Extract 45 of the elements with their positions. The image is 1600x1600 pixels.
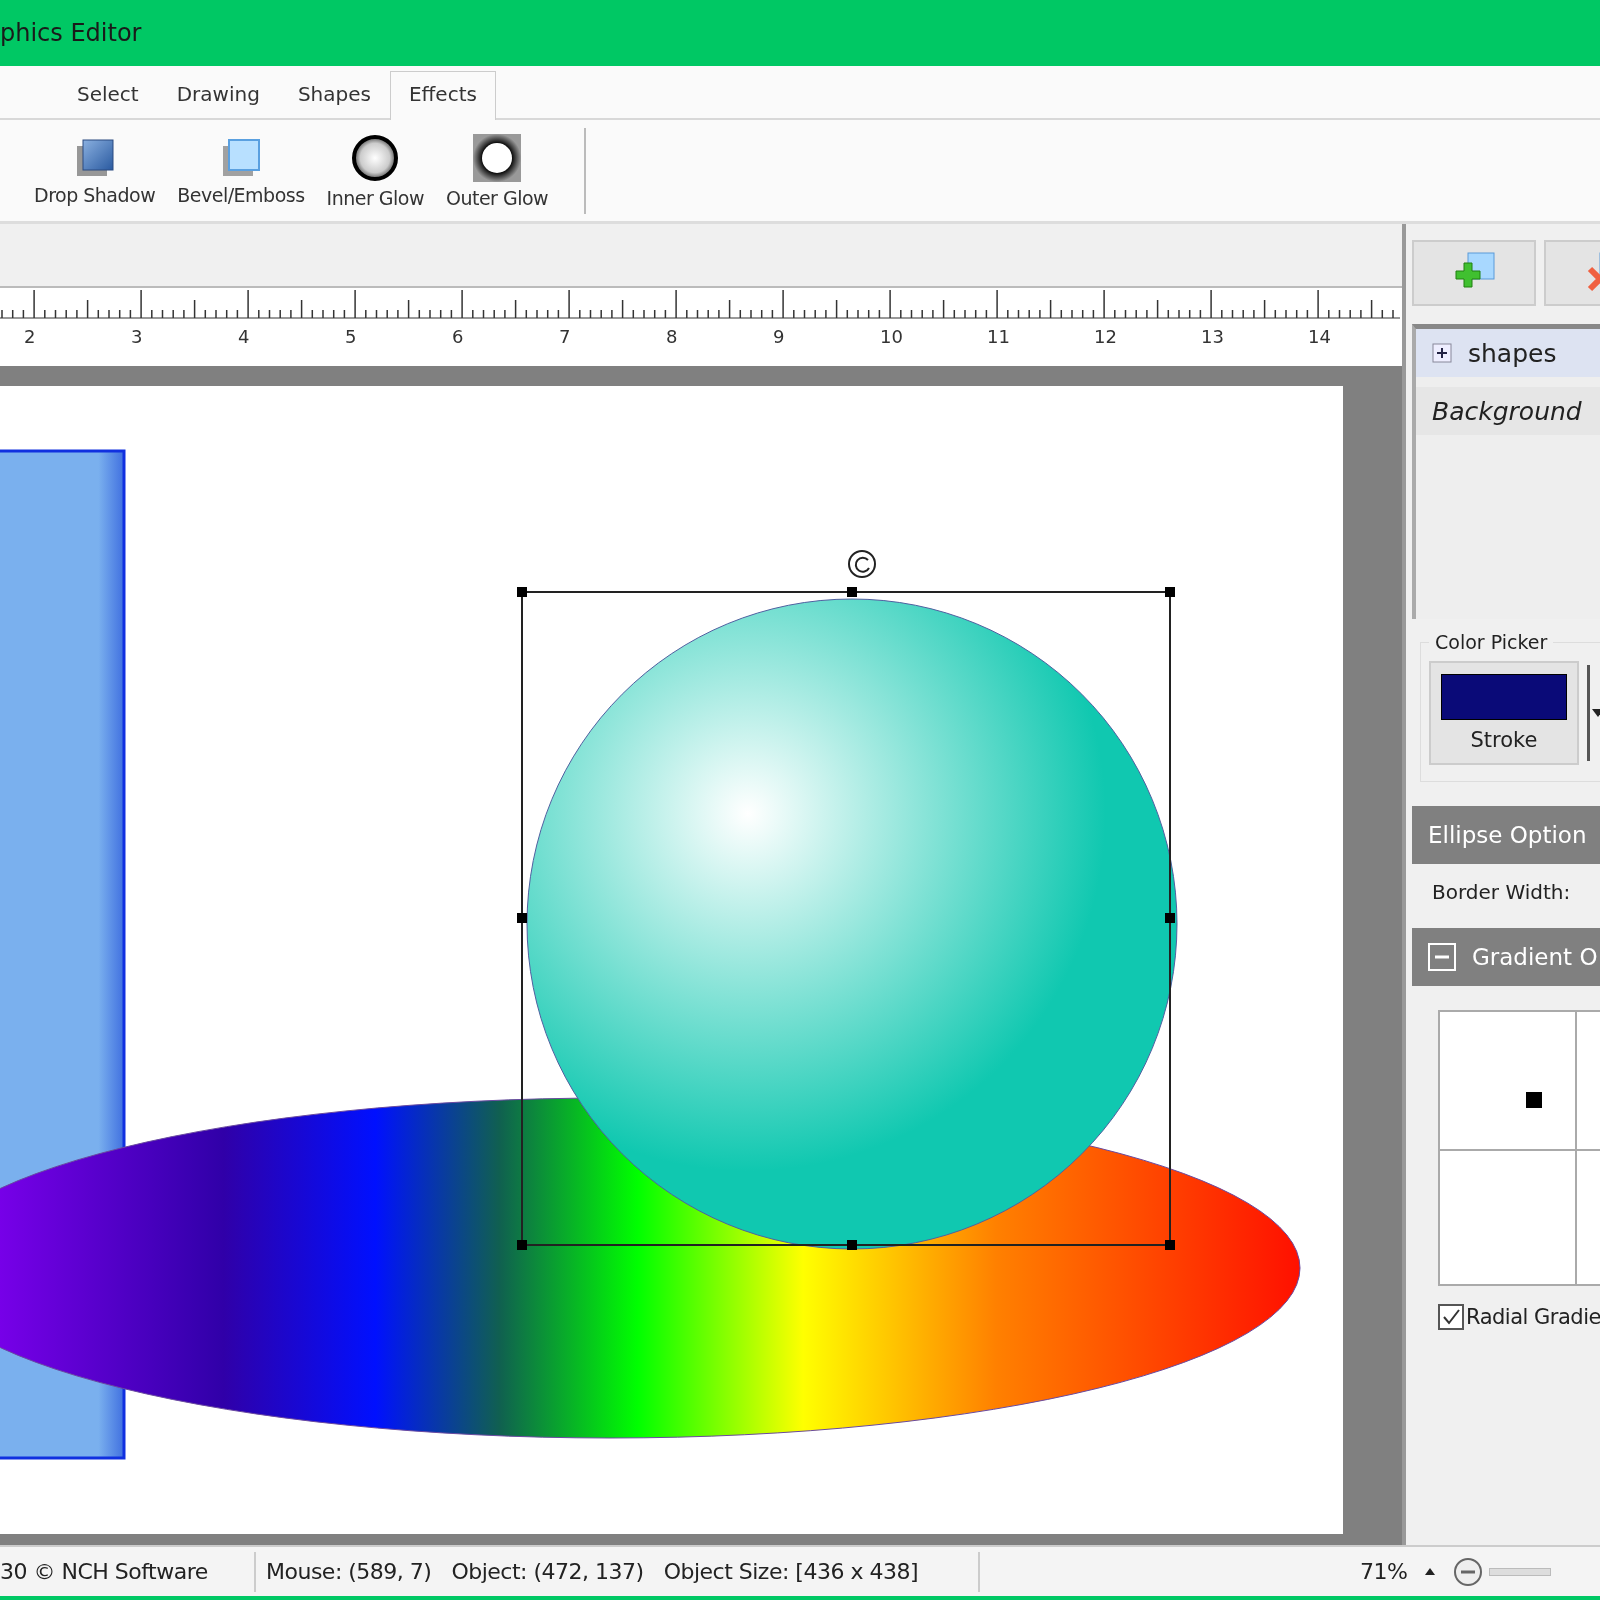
- rotate-handle[interactable]: [848, 550, 876, 578]
- stroke-color-button[interactable]: Stroke: [1429, 661, 1579, 765]
- ruler-label: 4: [238, 326, 250, 347]
- ribbon-tab[interactable]: Effects: [389, 71, 496, 120]
- ribbon-tab[interactable]: Shapes: [278, 71, 390, 118]
- zoom-out-icon[interactable]: [1453, 1556, 1484, 1587]
- glow-ring-icon: [472, 132, 523, 183]
- ruler-label: 7: [559, 326, 571, 347]
- radial-gradient-checkbox[interactable]: Radial Gradie: [1438, 1304, 1600, 1330]
- ribbon-tab[interactable]: Select: [58, 71, 158, 118]
- group-title: Color Picker: [1434, 631, 1549, 653]
- expand-icon[interactable]: [1432, 343, 1452, 363]
- ruler-label: 12: [1094, 326, 1117, 347]
- effect-tool-button[interactable]: Inner Glow: [322, 132, 428, 209]
- ruler-label: 9: [773, 326, 785, 347]
- ribbon-tab[interactable]: Drawing: [157, 71, 279, 118]
- status-text: Object: (472, 137): [451, 1559, 644, 1584]
- layer-item[interactable]: shapes: [1416, 329, 1600, 377]
- dropdown-arrow-icon[interactable]: [1587, 665, 1600, 761]
- zoom-level: 71%: [1360, 1559, 1408, 1584]
- effect-tool-button[interactable]: Drop Shadow: [30, 135, 160, 206]
- ruler-label: 5: [345, 326, 357, 347]
- effect-tool-button[interactable]: Outer Glow: [442, 132, 553, 209]
- status-text: Mouse: (589, 7): [266, 1559, 432, 1584]
- window-title: phics Editor: [0, 19, 142, 47]
- ruler-label: 6: [452, 326, 464, 347]
- field-label: Border Width:: [1432, 880, 1572, 904]
- ruler-label: 3: [131, 326, 143, 347]
- zoom-up-icon[interactable]: [1425, 1568, 1436, 1575]
- status-text: Object Size: [436 x 438]: [663, 1559, 918, 1584]
- ruler-label: 11: [987, 326, 1010, 347]
- ruler-label: 8: [666, 326, 678, 347]
- ruler-label: 14: [1308, 326, 1331, 347]
- layer-item[interactable]: Background: [1416, 387, 1600, 435]
- zoom-slider-track[interactable]: [1489, 1567, 1552, 1576]
- ruler-label: 13: [1201, 326, 1224, 347]
- ruler-label: 2: [24, 326, 36, 347]
- collapse-icon[interactable]: [1428, 943, 1456, 971]
- glow-circle-icon: [350, 132, 401, 183]
- checkbox[interactable]: [1438, 1304, 1464, 1330]
- ruler-label: 10: [880, 326, 903, 347]
- section-header[interactable]: Gradient O: [1412, 928, 1600, 986]
- section-header[interactable]: Ellipse Option: [1412, 806, 1600, 864]
- status-text: 30 © NCH Software: [0, 1559, 209, 1584]
- effect-tool-button[interactable]: Bevel/Emboss: [173, 135, 309, 206]
